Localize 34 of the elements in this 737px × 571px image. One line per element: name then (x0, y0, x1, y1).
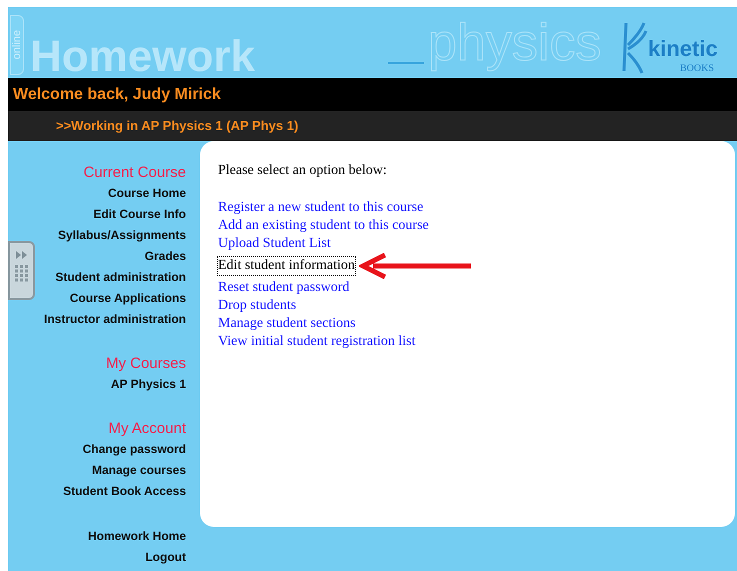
sidebar-link[interactable]: Edit Course Info (93, 204, 186, 225)
option-link[interactable]: Add an existing student to this course (218, 217, 429, 235)
option-link[interactable]: Upload Student List (218, 235, 331, 253)
prompt-text: Please select an option below: (218, 162, 388, 180)
option-link[interactable]: Register a new student to this course (218, 199, 424, 217)
option-link[interactable]: Manage student sections (218, 315, 356, 333)
sidebar-link[interactable]: Student Book Access (63, 481, 186, 502)
double-arrow-icon (16, 251, 28, 259)
sidebar-link[interactable]: Syllabus/Assignments (58, 225, 186, 246)
homework-title: Homework (30, 35, 255, 78)
sidebar-link[interactable]: Student administration (55, 267, 186, 288)
section-heading: My Account (108, 419, 186, 439)
course-text: >>Working in AP Physics 1 (AP Phys 1) (56, 117, 298, 136)
option-link[interactable]: Reset student password (218, 279, 350, 297)
sidebar-link[interactable]: Change password (82, 439, 186, 460)
online-badge: online (10, 15, 24, 75)
sidebar-link[interactable]: AP Physics 1 (110, 374, 186, 395)
section-heading: Current Course (83, 163, 186, 183)
option-link[interactable]: Drop students (218, 297, 296, 315)
sidebar-link[interactable]: Logout (145, 547, 186, 568)
sidebar-link[interactable]: Manage courses (92, 460, 186, 481)
sidebar-link[interactable]: Course Home (108, 183, 186, 204)
kinetic-logo: kinetic (648, 37, 718, 61)
grip-icon (14, 265, 28, 282)
expand-tab[interactable] (8, 241, 35, 300)
section-heading: My Courses (106, 354, 186, 374)
books-label: BOOKS (680, 63, 714, 75)
welcome-text: Welcome back, Judy Mirick (13, 84, 221, 104)
sidebar-link[interactable]: Homework Home (88, 526, 186, 547)
sidebar-link[interactable]: Instructor administration (44, 309, 186, 330)
option-link[interactable]: View initial student registration list (218, 333, 416, 351)
sidebar-link[interactable]: Course Applications (70, 288, 186, 309)
sidebar-link[interactable]: Grades (144, 246, 186, 267)
option-link[interactable]: Edit student information (218, 257, 355, 275)
